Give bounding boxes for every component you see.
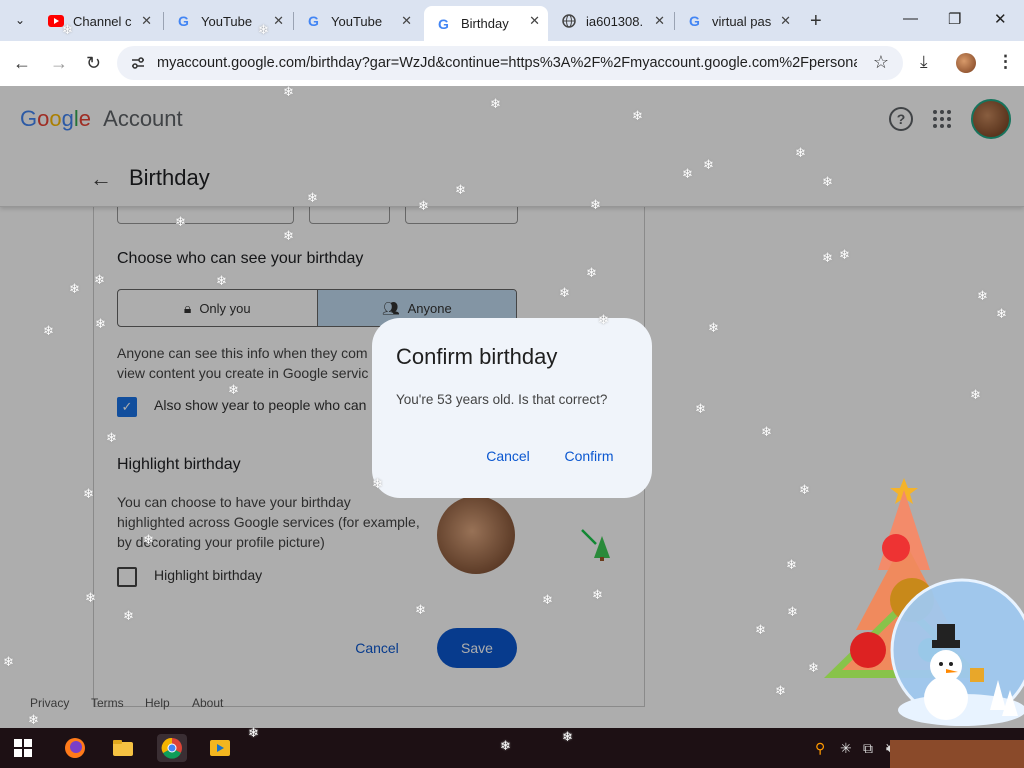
site-info-icon[interactable]: [129, 54, 147, 72]
tab-search-icon[interactable]: ⌄: [8, 8, 32, 32]
browser-toolbar: ← → ↻ myaccount.google.com/birthday?gar=…: [0, 41, 1024, 86]
bookmark-star-icon[interactable]: ☆: [873, 52, 889, 73]
media-player-icon[interactable]: [205, 734, 235, 762]
tray-sparkle-icon[interactable]: ✳: [840, 740, 852, 757]
download-icon[interactable]: ⤓: [920, 52, 928, 72]
forward-icon[interactable]: →: [50, 53, 68, 74]
dialog-confirm-button[interactable]: Confirm: [554, 442, 624, 470]
youtube-icon: [48, 13, 64, 29]
google-icon: G: [306, 13, 322, 29]
tab-title: YouTube: [201, 13, 253, 29]
close-tab-icon[interactable]: ✕: [780, 13, 791, 29]
search-icon[interactable]: ⚲: [815, 740, 825, 757]
tab-title: ia601308.: [586, 13, 644, 29]
svg-text:G: G: [438, 16, 449, 32]
google-icon: G: [176, 13, 192, 29]
svg-text:G: G: [178, 13, 189, 29]
google-icon: G: [436, 16, 452, 32]
menu-dots-icon[interactable]: ⋮: [997, 52, 1014, 72]
close-tab-icon[interactable]: ✕: [654, 13, 665, 29]
reload-icon[interactable]: ↻: [86, 53, 101, 74]
tab-birthday[interactable]: G Birthday ✕: [424, 6, 548, 41]
tab-strip: ⌄ Channel c ✕ G YouTube ✕ G YouTube ✕ G …: [0, 0, 1024, 41]
tab-title: Birthday: [461, 16, 509, 31]
tab-channel[interactable]: Channel c ✕: [36, 6, 160, 36]
taskbar: ⚲ ✳ ⧉ 🔇︎: [0, 728, 1024, 768]
network-icon[interactable]: ⧉: [863, 740, 873, 757]
new-tab-icon[interactable]: +: [810, 10, 822, 33]
tab-title: virtual pas: [712, 13, 772, 29]
dialog-cancel-button[interactable]: Cancel: [476, 442, 540, 470]
svg-text:G: G: [308, 13, 319, 29]
volume-muted-icon[interactable]: 🔇︎: [886, 740, 895, 757]
close-window-icon[interactable]: ✕: [994, 10, 1007, 28]
profile-avatar-small[interactable]: [956, 53, 976, 73]
windows-start-icon[interactable]: [14, 739, 32, 757]
close-tab-icon[interactable]: ✕: [273, 13, 284, 29]
address-bar[interactable]: myaccount.google.com/birthday?gar=WzJd&c…: [117, 46, 903, 80]
confirm-birthday-dialog: Confirm birthday You're 53 years old. Is…: [372, 318, 652, 498]
close-tab-icon[interactable]: ✕: [141, 13, 152, 29]
tab-virtual[interactable]: G virtual pas ✕: [675, 6, 799, 36]
close-tab-icon[interactable]: ✕: [401, 13, 412, 29]
tab-archive[interactable]: ia601308. ✕: [549, 6, 673, 36]
back-icon[interactable]: ←: [13, 53, 31, 74]
globe-icon: [561, 13, 577, 29]
restore-icon[interactable]: ❐: [948, 10, 961, 28]
google-icon: G: [687, 13, 703, 29]
svg-text:G: G: [689, 13, 700, 29]
tab-youtube-2[interactable]: G YouTube ✕: [294, 6, 420, 36]
dialog-title: Confirm birthday: [396, 344, 558, 369]
close-tab-icon[interactable]: ✕: [529, 13, 540, 29]
url-text[interactable]: myaccount.google.com/birthday?gar=WzJd&c…: [157, 55, 857, 71]
tab-youtube-1[interactable]: G YouTube ✕: [164, 6, 292, 36]
chrome-icon[interactable]: [157, 734, 187, 762]
file-explorer-icon[interactable]: [108, 734, 138, 762]
tab-title: YouTube: [331, 13, 383, 29]
dialog-message: You're 53 years old. Is that correct?: [396, 392, 608, 407]
minimize-icon[interactable]: —: [903, 10, 918, 27]
tab-title: Channel c: [73, 13, 132, 29]
firefox-icon[interactable]: [60, 734, 90, 762]
